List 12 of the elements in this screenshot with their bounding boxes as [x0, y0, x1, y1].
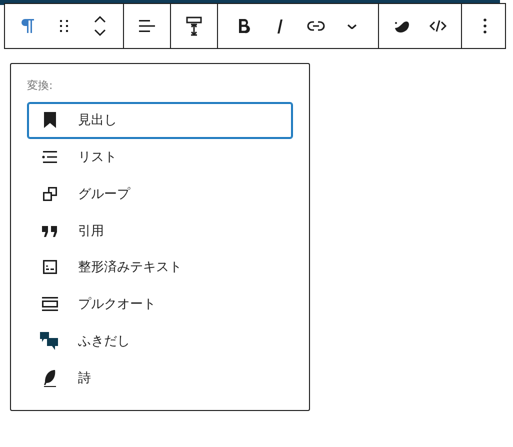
chevron-down-icon: [347, 24, 357, 28]
menu-item[interactable]: 整形済みテキスト: [27, 249, 293, 286]
menu-label: 変換:: [27, 78, 53, 93]
menu-item[interactable]: 見出し: [27, 102, 293, 139]
more-options-icon: [483, 18, 487, 34]
menu-item[interactable]: 引用: [27, 212, 293, 249]
menu-item[interactable]: リスト: [27, 138, 293, 176]
menu-item[interactable]: グループ: [27, 176, 293, 212]
menu-item[interactable]: プルクオート: [27, 286, 293, 322]
menu-item[interactable]: 詩: [27, 359, 293, 396]
italic-icon: [276, 18, 284, 34]
menu-item[interactable]: ふきだし: [27, 322, 293, 360]
